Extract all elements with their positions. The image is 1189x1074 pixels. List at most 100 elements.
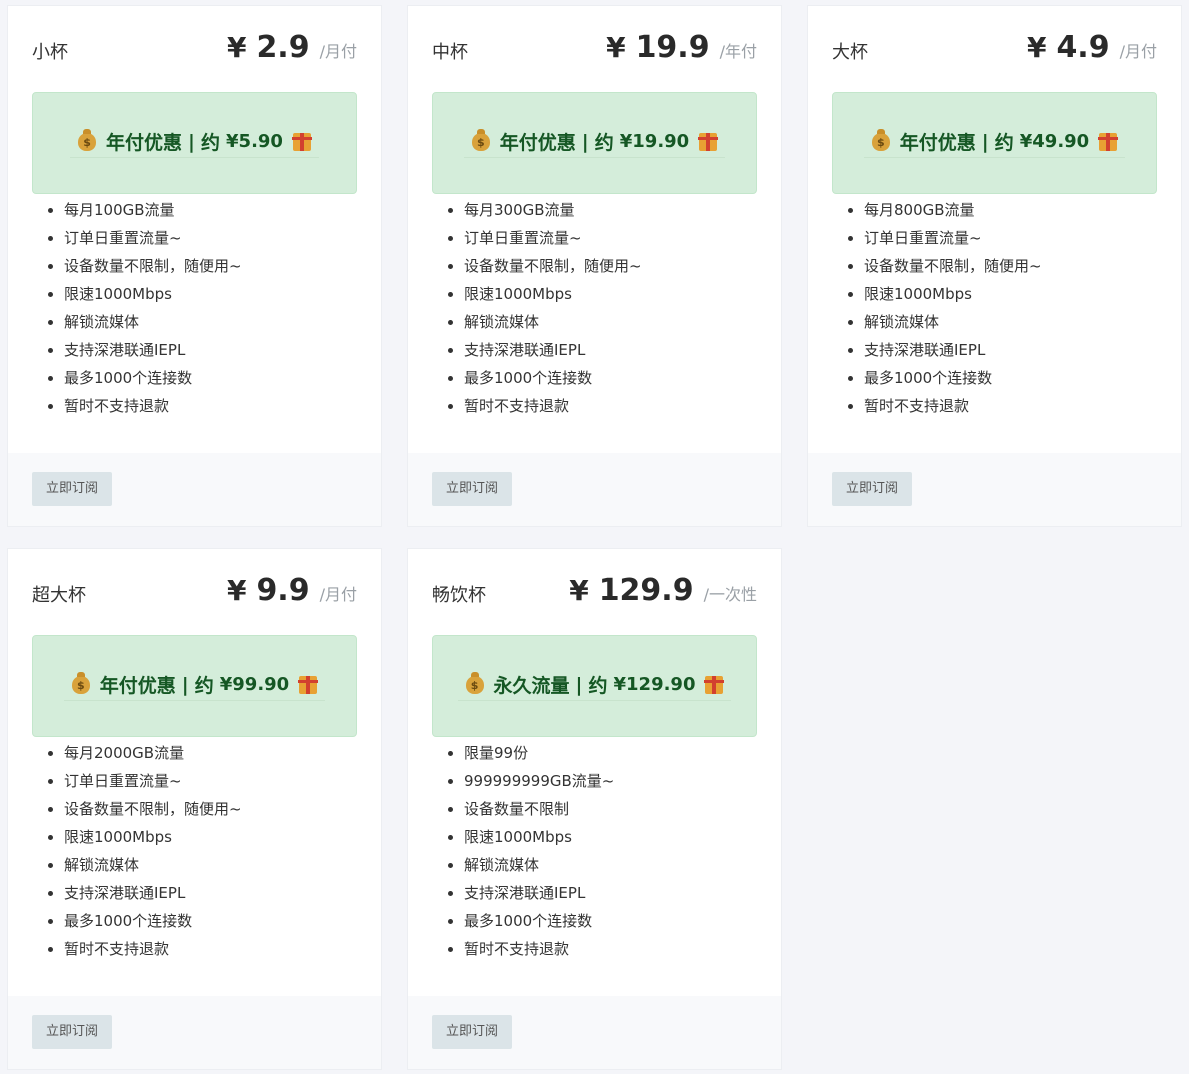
feature-item: 解锁流媒体 xyxy=(464,851,757,879)
feature-item: 限速1000Mbps xyxy=(864,280,1157,308)
promo-price: ¥99.90 xyxy=(219,674,290,695)
feature-item: 订单日重置流量~ xyxy=(64,767,357,795)
feature-item: 暂时不支持退款 xyxy=(864,392,1157,420)
plan-card-footer: 立即订阅 xyxy=(808,453,1181,526)
feature-list: 每月100GB流量 订单日重置流量~ 设备数量不限制，随便用~ 限速1000Mb… xyxy=(32,196,357,420)
feature-item: 解锁流媒体 xyxy=(64,851,357,879)
feature-list: 每月2000GB流量 订单日重置流量~ 设备数量不限制，随便用~ 限速1000M… xyxy=(32,739,357,963)
feature-item: 暂时不支持退款 xyxy=(464,392,757,420)
plan-card-body: 超大杯 ¥ 9.9 /月付 $ 年付优惠 | 约 ¥99.90 每月200 xyxy=(8,549,381,996)
promo-banner: $ 年付优惠 | 约 ¥49.90 xyxy=(832,92,1157,194)
money-bag-icon: $ xyxy=(78,128,97,151)
promo-line: $ 年付优惠 | 约 ¥19.90 xyxy=(463,128,726,158)
money-bag-icon: $ xyxy=(71,671,90,694)
plan-period: /年付 xyxy=(719,42,757,61)
plan-card: 小杯 ¥ 2.9 /月付 $ 年付优惠 | 约 ¥5.90 每月100GB xyxy=(8,6,381,526)
subscribe-button[interactable]: 立即订阅 xyxy=(32,1015,113,1049)
plan-name: 中杯 xyxy=(432,42,468,63)
plan-header: 小杯 ¥ 2.9 /月付 xyxy=(32,6,357,92)
promo-about: 约 xyxy=(201,132,221,154)
plan-card-body: 小杯 ¥ 2.9 /月付 $ 年付优惠 | 约 ¥5.90 每月100GB xyxy=(8,6,381,453)
subscribe-button[interactable]: 立即订阅 xyxy=(432,472,513,506)
gift-icon xyxy=(1098,132,1119,151)
feature-item: 每月2000GB流量 xyxy=(64,739,357,767)
feature-list: 限量99份 999999999GB流量~ 设备数量不限制 限速1000Mbps … xyxy=(432,739,757,963)
feature-item: 支持深港联通IEPL xyxy=(464,336,757,364)
feature-item: 支持深港联通IEPL xyxy=(864,336,1157,364)
feature-item: 999999999GB流量~ xyxy=(464,767,757,795)
plan-price-group: ¥ 2.9 /月付 xyxy=(227,30,357,65)
subscribe-button[interactable]: 立即订阅 xyxy=(32,472,113,506)
plan-price-group: ¥ 19.9 /年付 xyxy=(606,30,757,65)
promo-separator: | xyxy=(181,673,189,696)
feature-item: 设备数量不限制，随便用~ xyxy=(464,252,757,280)
feature-item: 设备数量不限制，随便用~ xyxy=(64,795,357,823)
subscribe-button[interactable]: 立即订阅 xyxy=(432,1015,513,1049)
plan-period: /月付 xyxy=(319,585,357,604)
promo-about: 约 xyxy=(194,675,214,697)
promo-price: ¥5.90 xyxy=(226,131,283,152)
feature-item: 设备数量不限制 xyxy=(464,795,757,823)
promo-line: $ 年付优惠 | 约 ¥49.90 xyxy=(863,128,1126,158)
plan-card: 超大杯 ¥ 9.9 /月付 $ 年付优惠 | 约 ¥99.90 每月200 xyxy=(8,549,381,1069)
plan-name: 小杯 xyxy=(32,42,68,63)
plan-price: 129.9 xyxy=(598,573,694,608)
feature-item: 支持深港联通IEPL xyxy=(64,879,357,907)
plan-card-footer: 立即订阅 xyxy=(8,453,381,526)
feature-item: 订单日重置流量~ xyxy=(864,224,1157,252)
plan-card-body: 畅饮杯 ¥ 129.9 /一次性 $ 永久流量 | 约 ¥129.90 限 xyxy=(408,549,781,996)
promo-line: $ 永久流量 | 约 ¥129.90 xyxy=(457,671,732,701)
promo-line: $ 年付优惠 | 约 ¥99.90 xyxy=(63,671,326,701)
currency-symbol: ¥ xyxy=(606,31,626,64)
currency-symbol: ¥ xyxy=(226,31,247,64)
promo-price: ¥49.90 xyxy=(1019,131,1090,152)
plan-period: /一次性 xyxy=(703,585,757,604)
feature-item: 支持深港联通IEPL xyxy=(464,879,757,907)
promo-title: 永久流量 xyxy=(493,675,570,697)
plan-price: 19.9 xyxy=(635,30,710,65)
promo-banner: $ 年付优惠 | 约 ¥99.90 xyxy=(32,635,357,737)
promo-about: 约 xyxy=(994,132,1014,154)
feature-item: 解锁流媒体 xyxy=(464,308,757,336)
gift-icon xyxy=(704,675,725,694)
plan-period: /月付 xyxy=(319,42,357,61)
plan-card: 中杯 ¥ 19.9 /年付 $ 年付优惠 | 约 ¥19.90 每月300 xyxy=(408,6,781,526)
promo-banner: $ 年付优惠 | 约 ¥5.90 xyxy=(32,92,357,194)
plan-header: 中杯 ¥ 19.9 /年付 xyxy=(432,6,757,92)
plan-header: 超大杯 ¥ 9.9 /月付 xyxy=(32,549,357,635)
plan-period: /月付 xyxy=(1119,42,1157,61)
feature-list: 每月300GB流量 订单日重置流量~ 设备数量不限制，随便用~ 限速1000Mb… xyxy=(432,196,757,420)
plan-card-footer: 立即订阅 xyxy=(8,996,381,1069)
feature-item: 最多1000个连接数 xyxy=(464,907,757,935)
plan-card-footer: 立即订阅 xyxy=(408,996,781,1069)
subscribe-button[interactable]: 立即订阅 xyxy=(832,472,913,506)
plan-name: 大杯 xyxy=(832,42,868,63)
plan-card: 大杯 ¥ 4.9 /月付 $ 年付优惠 | 约 ¥49.90 每月800G xyxy=(808,6,1181,526)
feature-item: 设备数量不限制，随便用~ xyxy=(64,252,357,280)
plan-card-body: 大杯 ¥ 4.9 /月付 $ 年付优惠 | 约 ¥49.90 每月800G xyxy=(808,6,1181,453)
promo-title: 年付优惠 xyxy=(99,675,176,697)
feature-item: 限速1000Mbps xyxy=(464,823,757,851)
feature-item: 暂时不支持退款 xyxy=(64,392,357,420)
plan-card-footer: 立即订阅 xyxy=(408,453,781,526)
plan-price: 9.9 xyxy=(256,573,310,608)
gift-icon xyxy=(698,132,719,151)
promo-price: ¥19.90 xyxy=(619,131,690,152)
plan-name: 畅饮杯 xyxy=(432,585,486,606)
feature-item: 限速1000Mbps xyxy=(64,280,357,308)
feature-item: 最多1000个连接数 xyxy=(864,364,1157,392)
plan-name: 超大杯 xyxy=(32,585,86,606)
feature-item: 限速1000Mbps xyxy=(64,823,357,851)
money-bag-icon: $ xyxy=(471,128,490,151)
promo-banner: $ 年付优惠 | 约 ¥19.90 xyxy=(432,92,757,194)
promo-separator: | xyxy=(981,130,989,153)
plan-card: 畅饮杯 ¥ 129.9 /一次性 $ 永久流量 | 约 ¥129.90 限 xyxy=(408,549,781,1069)
plan-price-group: ¥ 4.9 /月付 xyxy=(1027,30,1157,65)
feature-item: 暂时不支持退款 xyxy=(64,935,357,963)
feature-item: 订单日重置流量~ xyxy=(464,224,757,252)
plans-grid: 小杯 ¥ 2.9 /月付 $ 年付优惠 | 约 ¥5.90 每月100GB xyxy=(0,0,1189,1074)
plan-price-group: ¥ 129.9 /一次性 xyxy=(569,573,757,608)
feature-item: 解锁流媒体 xyxy=(864,308,1157,336)
promo-separator: | xyxy=(188,130,195,153)
plan-price-group: ¥ 9.9 /月付 xyxy=(227,573,357,608)
